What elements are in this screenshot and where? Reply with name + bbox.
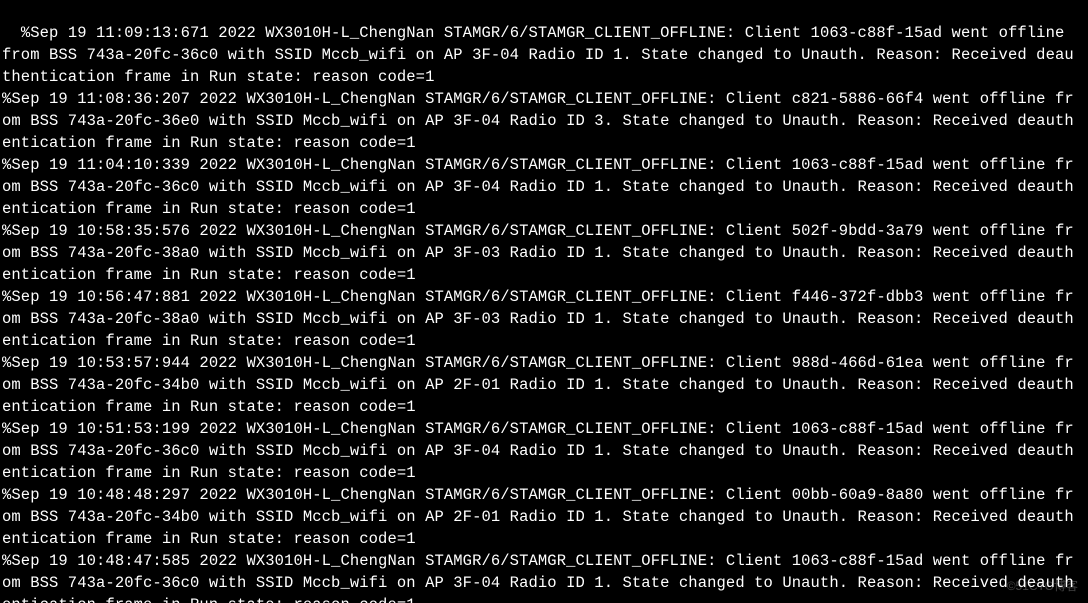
watermark-label: ©51CTO博客 <box>1007 575 1078 597</box>
terminal-output[interactable]: %Sep 19 11:09:13:671 2022 WX3010H-L_Chen… <box>0 0 1084 603</box>
log-lines: %Sep 19 11:09:13:671 2022 WX3010H-L_Chen… <box>2 24 1074 603</box>
